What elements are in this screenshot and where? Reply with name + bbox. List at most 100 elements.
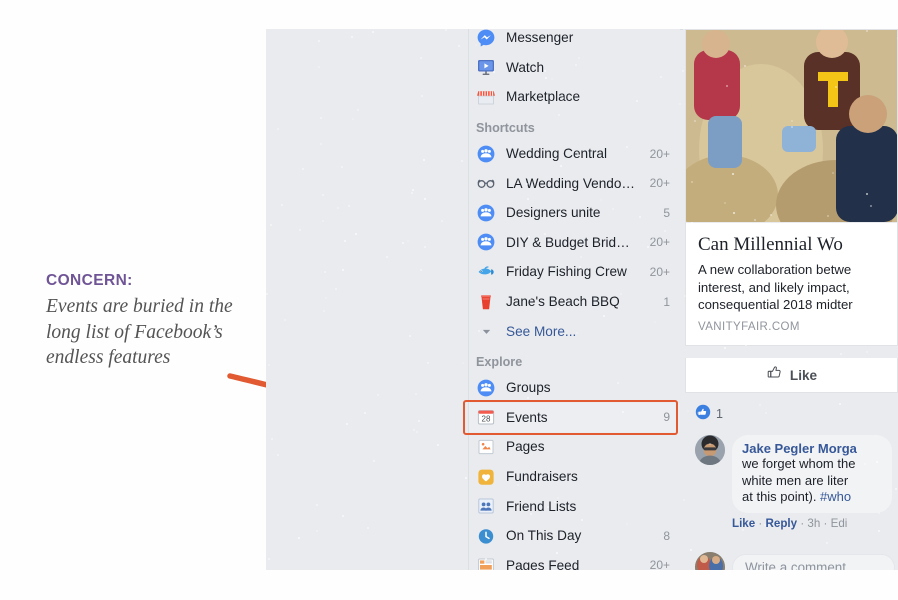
facebook-sidebar: Messenger Watch Marketplace Shortcuts We… [463, 29, 680, 570]
dust-speck [678, 102, 681, 105]
comment-actions: Like · Reply · 3h · Edi [732, 517, 898, 530]
sidebar-item-on-this-day[interactable]: On This Day 8 [469, 521, 680, 551]
dust-speck [423, 197, 426, 200]
link-description-line: consequential 2018 midter [698, 297, 853, 312]
sidebar-item-designers-unite[interactable]: Designers unite 5 [469, 198, 680, 228]
comment-edited-label: Edi [830, 516, 848, 530]
comment-bubble: Jake Pegler Morga we forget whom the whi… [732, 435, 892, 513]
dust-speck [690, 180, 693, 183]
link-domain: VANITYFAIR.COM [698, 320, 800, 333]
sidebar-item-count: 20+ [649, 176, 670, 191]
dust-speck [474, 43, 477, 46]
sidebar-item-label: Marketplace [506, 89, 581, 105]
comment-hashtag[interactable]: #who [820, 489, 851, 504]
comment-reply-action[interactable]: Reply [766, 517, 798, 530]
screenshot-left-gutter [266, 29, 469, 570]
like-label: Like [789, 367, 818, 383]
comment-author[interactable]: Jake Pegler Morga [742, 441, 882, 456]
comment-line-text: at this point). [742, 489, 821, 504]
sidebar-item-count: 1 [663, 294, 670, 309]
sidebar-item-fundraisers[interactable]: Fundraisers [469, 462, 680, 492]
dust-speck [811, 267, 814, 270]
sidebar-item-label: Groups [506, 380, 551, 396]
dust-speck [543, 233, 546, 236]
comment-line: at this point). #who [742, 489, 882, 506]
sidebar-item-count: 5 [663, 205, 670, 220]
comment-input[interactable]: Write a comment... [732, 553, 895, 570]
sidebar-item-groups[interactable]: Groups [469, 373, 680, 403]
dust-speck [334, 287, 337, 290]
like-button[interactable]: Like [685, 358, 898, 393]
dust-speck [559, 164, 562, 167]
dust-speck [550, 77, 553, 80]
dust-speck [420, 268, 423, 271]
sidebar-item-label: Messenger [506, 30, 574, 46]
dust-speck [790, 125, 793, 128]
sidebar-section-explore: Explore [476, 354, 523, 369]
sidebar-item-label: Pages Feed [506, 557, 580, 570]
sidebar-item-label: Friday Fishing Crew [506, 264, 627, 280]
dust-speck [689, 548, 692, 551]
dust-speck [759, 403, 761, 406]
reaction-summary[interactable]: 1 [685, 401, 898, 427]
dust-speck [873, 358, 876, 361]
sidebar-item-friend-lists[interactable]: Friend Lists [469, 491, 680, 521]
dust-speck [461, 361, 464, 364]
reaction-count: 1 [716, 407, 723, 421]
dust-speck [417, 419, 420, 422]
sidebar-item-wedding-central[interactable]: Wedding Central 20+ [469, 139, 680, 169]
sidebar-item-pages[interactable]: Pages [469, 432, 680, 462]
poster-canvas: CONCERN: Events are buried in the long l… [0, 0, 898, 600]
dust-speck [579, 255, 582, 258]
sidebar-item-count: 20+ [649, 146, 670, 161]
dust-speck [301, 167, 304, 170]
dust-speck [555, 552, 558, 555]
sidebar-item-label: Fundraisers [506, 469, 578, 485]
dust-speck [620, 292, 623, 295]
dust-speck [839, 353, 842, 356]
dust-speck [732, 211, 735, 214]
dust-speck [824, 283, 827, 286]
dust-speck [411, 189, 414, 192]
dust-speck [891, 372, 894, 375]
shared-link-card[interactable]: Can Millennial Wo A new collaboration be… [685, 29, 898, 346]
sidebar-item-marketplace[interactable]: Marketplace [469, 82, 680, 112]
sidebar-item-label: Designers unite [506, 205, 601, 221]
avatar[interactable] [695, 552, 725, 570]
dust-speck [616, 381, 619, 384]
sidebar-item-janes-beach-bbq[interactable]: Jane's Beach BBQ 1 [469, 287, 680, 317]
group-icon [476, 232, 496, 252]
link-description-line: A new collaboration betwe [698, 262, 852, 277]
dust-speck [415, 430, 418, 433]
fundraiser-icon [476, 467, 496, 487]
comment-line: white men are liter [742, 472, 849, 488]
dust-speck [869, 204, 872, 207]
sidebar-item-diy-budget-brides[interactable]: DIY & Budget Brid… 20+ [469, 228, 680, 258]
dust-speck [363, 411, 366, 414]
dust-speck [719, 374, 722, 377]
sidebar-item-watch[interactable]: Watch [469, 53, 680, 83]
marketplace-icon [476, 87, 496, 107]
link-description-line: interest, and likely impact, [698, 279, 850, 295]
comment-line: we forget whom the [742, 456, 856, 471]
dust-speck [376, 393, 379, 396]
dust-speck [324, 296, 327, 299]
sidebar-item-messenger[interactable]: Messenger [469, 29, 680, 53]
dust-speck [734, 275, 737, 278]
cup-icon [476, 292, 496, 312]
sidebar-item-label: Events [506, 409, 548, 425]
avatar[interactable] [695, 435, 725, 465]
comment-composer: Write a comment... [685, 552, 898, 570]
see-more-button[interactable]: See More... [469, 316, 680, 346]
sidebar-item-label: Pages [506, 439, 545, 455]
dust-speck [894, 487, 897, 490]
dust-speck [838, 402, 841, 405]
sidebar-item-la-wedding-vendors[interactable]: LA Wedding Vendo… 20+ [469, 168, 680, 198]
calendar-icon: 28 [476, 407, 496, 427]
dust-speck [834, 85, 837, 88]
sidebar-item-pages-feed[interactable]: Pages Feed 20+ [469, 551, 680, 570]
sidebar-item-friday-fishing-crew[interactable]: Friday Fishing Crew 20+ [469, 257, 680, 287]
comment-like-action[interactable]: Like [732, 517, 755, 530]
sidebar-item-events[interactable]: 28 Events 9 [463, 399, 680, 436]
dust-speck [639, 215, 642, 218]
